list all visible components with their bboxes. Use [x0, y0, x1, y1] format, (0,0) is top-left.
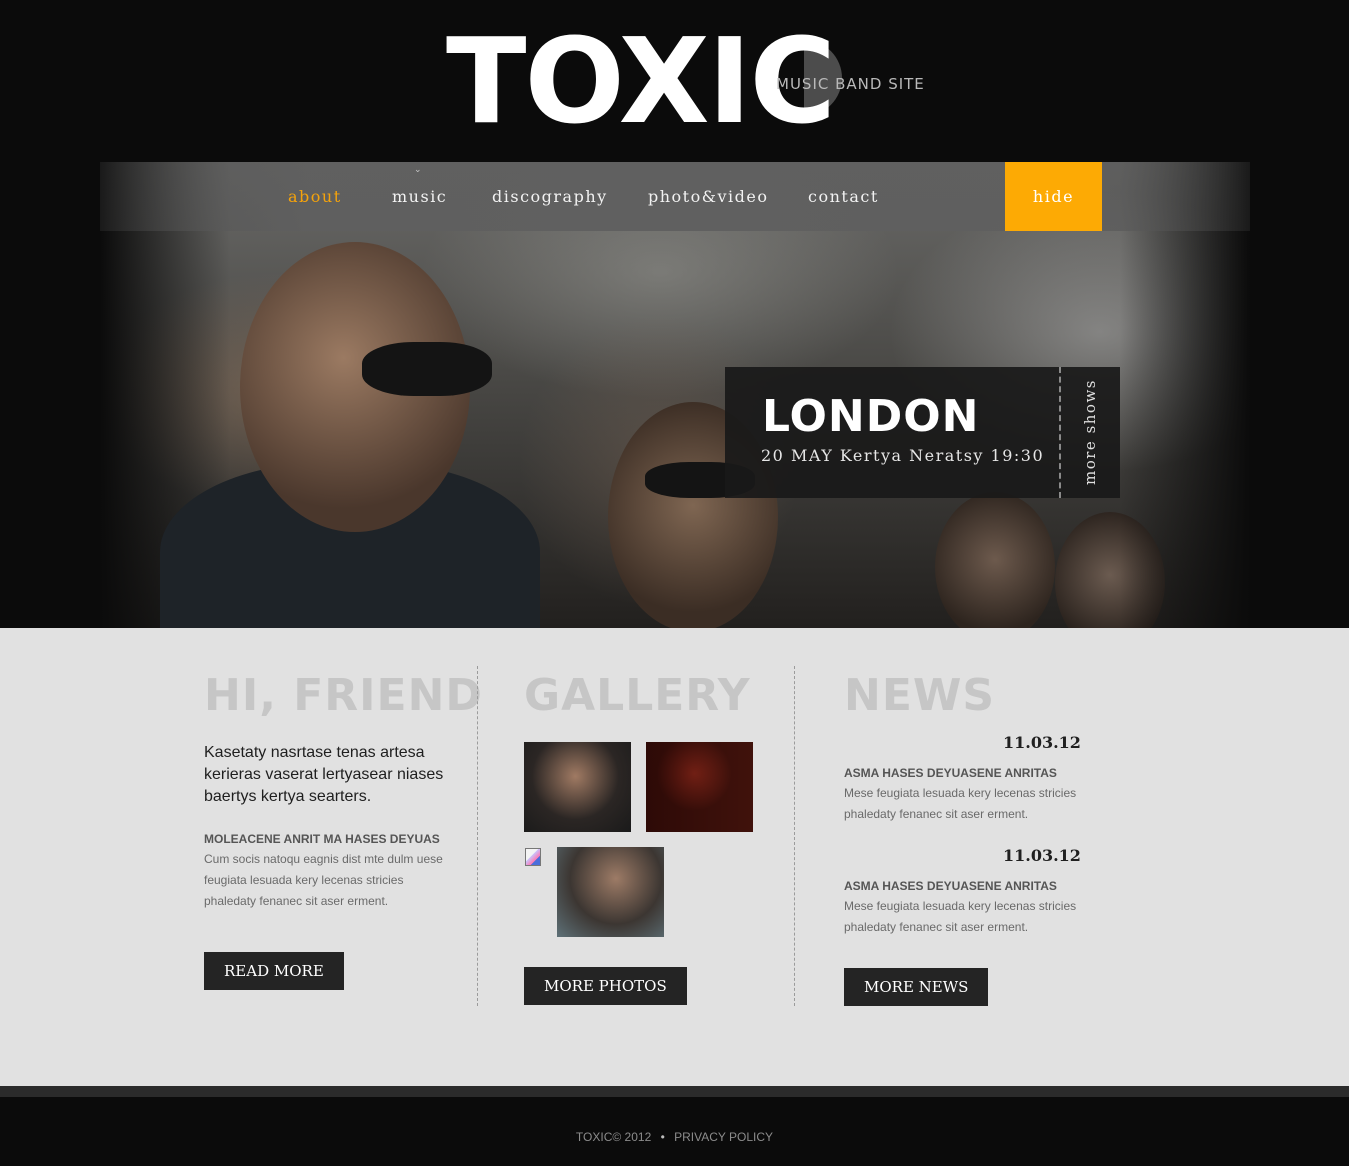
news-date: 11.03.12: [1003, 846, 1081, 865]
band-member-4: [1055, 512, 1165, 628]
broken-image-icon: [525, 848, 541, 866]
band-member-3: [935, 492, 1055, 628]
read-more-button[interactable]: READ MORE: [204, 952, 344, 990]
footer-separator: •: [660, 1130, 665, 1144]
hero-banner: [0, 162, 1349, 628]
sunglasses-1: [362, 342, 492, 396]
news-text: Mese feugiata lesuada kery lecenas stric…: [844, 786, 1077, 821]
footer-top-bar: [0, 1086, 1349, 1097]
logo-tagline: MUSIC BAND SITE: [776, 75, 925, 93]
about-heading: HI, FRIEND: [204, 670, 483, 721]
news-title[interactable]: ASMA HASES DEYUASENE ANRITAS: [844, 766, 1057, 780]
chevron-down-icon: ⌄: [414, 164, 422, 174]
hide-nav-button[interactable]: hide: [1005, 162, 1102, 231]
nav-item-about[interactable]: about: [288, 162, 342, 231]
column-divider: [477, 666, 478, 1006]
more-photos-button[interactable]: MORE PHOTOS: [524, 967, 687, 1005]
gallery-thumbnail[interactable]: [557, 847, 664, 937]
more-shows-label: more shows: [1081, 379, 1099, 485]
about-subheading: MOLEACENE ANRIT MA HASES DEYUAS: [204, 832, 440, 846]
about-text: Cum socis natoqu eagnis dist mte dulm ue…: [204, 852, 443, 908]
news-heading: NEWS: [844, 670, 996, 721]
nav-item-contact[interactable]: contact: [808, 162, 879, 231]
gallery-heading: GALLERY: [524, 670, 751, 721]
show-details: 20 MAY Kertya Neratsy 19:30: [761, 446, 1045, 465]
more-news-button[interactable]: MORE NEWS: [844, 968, 989, 1006]
about-intro: Kasetaty nasrtase tenas artesa kerieras …: [204, 744, 444, 805]
footer-line: TOXIC© 2012 • PRIVACY POLICY: [0, 1130, 1349, 1144]
news-date: 11.03.12: [1003, 733, 1081, 752]
privacy-policy-link[interactable]: PRIVACY POLICY: [674, 1130, 773, 1144]
nav-item-photo-video[interactable]: photo&video: [648, 162, 768, 231]
more-shows-link[interactable]: more shows: [1061, 367, 1120, 498]
gallery-thumbnail[interactable]: [524, 742, 631, 832]
show-city: LONDON: [762, 391, 980, 442]
upcoming-show-box: LONDON 20 MAY Kertya Neratsy 19:30 more …: [725, 367, 1120, 498]
news-text: Mese feugiata lesuada kery lecenas stric…: [844, 899, 1077, 934]
news-title[interactable]: ASMA HASES DEYUASENE ANRITAS: [844, 879, 1057, 893]
nav-item-discography[interactable]: discography: [492, 162, 608, 231]
gallery-thumbnail[interactable]: [646, 742, 753, 832]
site-header: TOXIC MUSIC BAND SITE: [0, 0, 1349, 162]
column-divider: [794, 666, 795, 1006]
footer-copyright: TOXIC© 2012: [575, 1130, 652, 1144]
